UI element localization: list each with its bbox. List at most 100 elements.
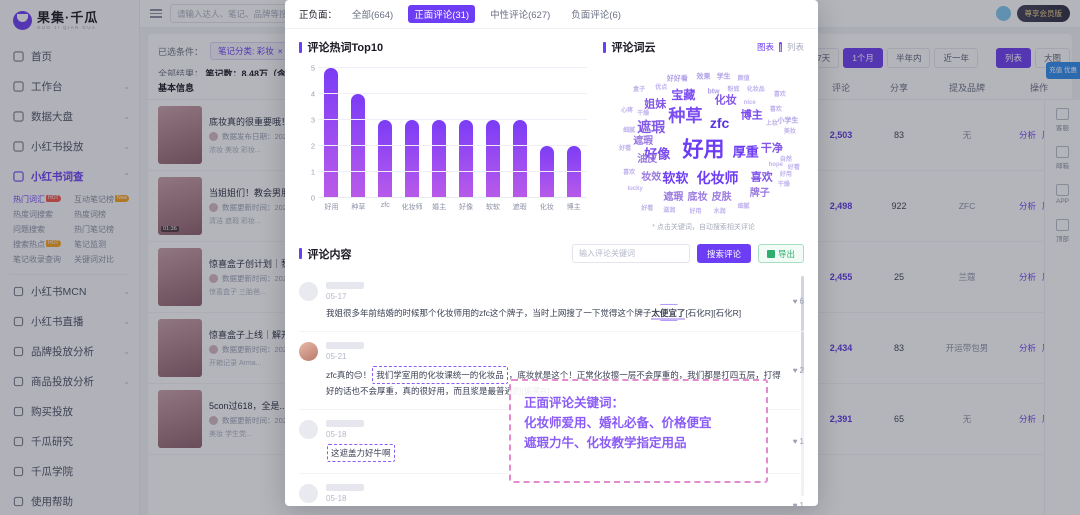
- bar-slot-9[interactable]: [560, 68, 587, 198]
- sentiment-tab-1[interactable]: 正面评论(31): [408, 5, 476, 23]
- wordcloud-word-9[interactable]: 姐妹: [644, 99, 666, 110]
- wordcloud-word-18[interactable]: 皮肤: [712, 192, 732, 203]
- bar-slot-4[interactable]: [426, 68, 453, 198]
- bar-slot-7[interactable]: [506, 68, 533, 198]
- bar-9[interactable]: [566, 146, 581, 198]
- wordcloud-word-48[interactable]: 滋润: [663, 208, 675, 214]
- y-tick-5: 5: [310, 63, 315, 73]
- wordcloud-word-22[interactable]: 效果: [697, 73, 711, 80]
- wordcloud-word-13[interactable]: 喜欢: [751, 172, 773, 183]
- wordcloud-word-0[interactable]: 好用: [683, 140, 725, 161]
- sentiment-tab-2[interactable]: 中性评论(627): [484, 5, 556, 23]
- wordcloud-word-34[interactable]: 喜欢: [770, 107, 782, 113]
- bar-1[interactable]: [351, 94, 366, 198]
- wordcloud-word-12[interactable]: 干净: [761, 143, 783, 154]
- sentiment-tab-0[interactable]: 全部(664): [346, 5, 399, 23]
- wordcloud-word-41[interactable]: hope: [769, 162, 783, 168]
- wordcloud-word-38[interactable]: 细腻: [623, 128, 635, 134]
- bar-slot-3[interactable]: [399, 68, 426, 198]
- bar-0[interactable]: [324, 68, 339, 198]
- wordcloud-word-6[interactable]: 厚重: [733, 145, 759, 158]
- like-count[interactable]: ♥ 6: [793, 282, 804, 320]
- wordcloud-word-19[interactable]: 遮瑕: [663, 192, 683, 203]
- wordcloud-word-42[interactable]: 好看: [788, 165, 800, 171]
- wordcloud-word-25[interactable]: 盒子: [633, 87, 645, 93]
- wordcloud-word-33[interactable]: 干燥: [637, 111, 649, 117]
- wordcloud-word-20[interactable]: 牌子: [750, 189, 770, 199]
- like-count[interactable]: ♥ 1: [793, 420, 804, 462]
- y-tick-4: 4: [310, 89, 315, 99]
- wordcloud-word-36[interactable]: 小学生: [777, 117, 798, 124]
- wordcloud-word-8[interactable]: 宝藏: [671, 89, 695, 101]
- y-tick-0: 0: [310, 193, 315, 203]
- export-button[interactable]: 导出: [757, 244, 804, 263]
- wordcloud-word-39[interactable]: 好看: [619, 146, 631, 152]
- bar-slot-2[interactable]: [372, 68, 399, 198]
- avatar[interactable]: [299, 420, 318, 439]
- wordcloud-word-23[interactable]: 学生: [717, 73, 731, 80]
- bar-slot-5[interactable]: [453, 68, 480, 198]
- view-chart-option[interactable]: 图表: [757, 42, 774, 52]
- avatar[interactable]: [299, 484, 318, 503]
- x-label-2: zfc: [380, 202, 390, 209]
- comment-highlight: 我们学室用的化妆课统一的化妆品: [372, 366, 508, 384]
- bar-4[interactable]: [432, 120, 447, 198]
- x-label-1: 种草: [351, 204, 366, 211]
- wordcloud-word-3[interactable]: 遮瑕: [637, 120, 665, 134]
- wordcloud-word-44[interactable]: 喜欢: [623, 170, 635, 176]
- sentiment-tab-3[interactable]: 负面评论(6): [565, 5, 627, 23]
- wordcloud-word-28[interactable]: 粉底: [728, 87, 740, 93]
- wordcloud-word-11[interactable]: 博主: [741, 110, 763, 122]
- wordcloud-word-35[interactable]: 上妆: [766, 121, 778, 127]
- avatar[interactable]: [299, 282, 318, 301]
- wordcloud-word-49[interactable]: 好用: [689, 209, 701, 215]
- wordcloud-word-10[interactable]: 化妆: [715, 95, 737, 107]
- wordcloud-word-51[interactable]: 细腻: [738, 204, 750, 210]
- bar-2[interactable]: [378, 120, 393, 198]
- wordcloud-word-43[interactable]: lucky: [627, 186, 642, 192]
- wordcloud-word-24[interactable]: 颜值: [738, 76, 750, 82]
- wordcloud-word-30[interactable]: 喜欢: [774, 92, 786, 98]
- wordcloud-word-5[interactable]: 软软: [662, 171, 688, 184]
- bar-3[interactable]: [405, 120, 420, 198]
- wordcloud-word-46[interactable]: 好用: [780, 172, 792, 178]
- bar-6[interactable]: [485, 120, 500, 198]
- bar-slot-6[interactable]: [479, 68, 506, 198]
- view-list-option[interactable]: 列表: [787, 42, 804, 52]
- wordcloud-word-2[interactable]: 化妆师: [697, 171, 739, 185]
- comment-date: 05-21: [326, 352, 347, 361]
- wordcloud-word-27[interactable]: btw: [708, 88, 720, 95]
- x-label-7: 遮瑕: [512, 204, 527, 211]
- export-icon: [766, 249, 775, 258]
- comment-search-button[interactable]: 搜索评论: [696, 244, 751, 263]
- wordcloud-word-31[interactable]: nice: [744, 100, 756, 106]
- wordcloud-word-14[interactable]: 妆效: [641, 172, 661, 183]
- comment-search-input[interactable]: 输入评论关键词: [571, 244, 690, 263]
- bar-slot-1[interactable]: [345, 68, 372, 198]
- bar-8[interactable]: [539, 146, 554, 198]
- bar-7[interactable]: [512, 120, 527, 198]
- wordcloud-word-45[interactable]: 干燥: [778, 182, 790, 188]
- wordcloud-word-26[interactable]: 优点: [655, 85, 667, 91]
- wordcloud-word-15[interactable]: 遮瑕: [633, 137, 653, 147]
- bar-slot-0[interactable]: [318, 68, 345, 198]
- wordcloud-word-32[interactable]: 心疼: [621, 108, 633, 114]
- annotation-line-2: 化妆师爱用、婚礼必备、价格便宜: [524, 416, 712, 430]
- wordcloud-word-17[interactable]: 底妆: [687, 192, 707, 203]
- wordcloud-word-21[interactable]: 好好看: [667, 75, 688, 82]
- like-count[interactable]: ♥ 1: [793, 484, 804, 507]
- wordcloud-word-16[interactable]: 油皮: [637, 155, 657, 165]
- avatar[interactable]: [299, 342, 318, 361]
- wordcloud-word-1[interactable]: 种草: [668, 108, 702, 125]
- bar-5[interactable]: [458, 120, 473, 198]
- wordcloud-word-37[interactable]: 美妆: [784, 129, 796, 135]
- wordcloud-word-7[interactable]: zfc: [710, 116, 729, 130]
- bar-slot-8[interactable]: [533, 68, 560, 198]
- wordcloud[interactable]: 好用 种草 化妆师 遮瑕 好像 软软 厚重 zfc 宝藏 姐妹 化妆 博主 干净 喜欢 妆效 遮瑕 油皮 底妆 皮肤…: [603, 59, 804, 222]
- wordcloud-word-47[interactable]: 好看: [641, 206, 653, 212]
- comment-text-before: zfc真的😊！: [326, 370, 372, 380]
- wordcloud-word-29[interactable]: 化妆品: [747, 87, 765, 93]
- comments-title: 评论内容: [299, 246, 352, 262]
- wordcloud-word-50[interactable]: 水润: [714, 209, 726, 215]
- like-count[interactable]: ♥ 2: [793, 342, 804, 398]
